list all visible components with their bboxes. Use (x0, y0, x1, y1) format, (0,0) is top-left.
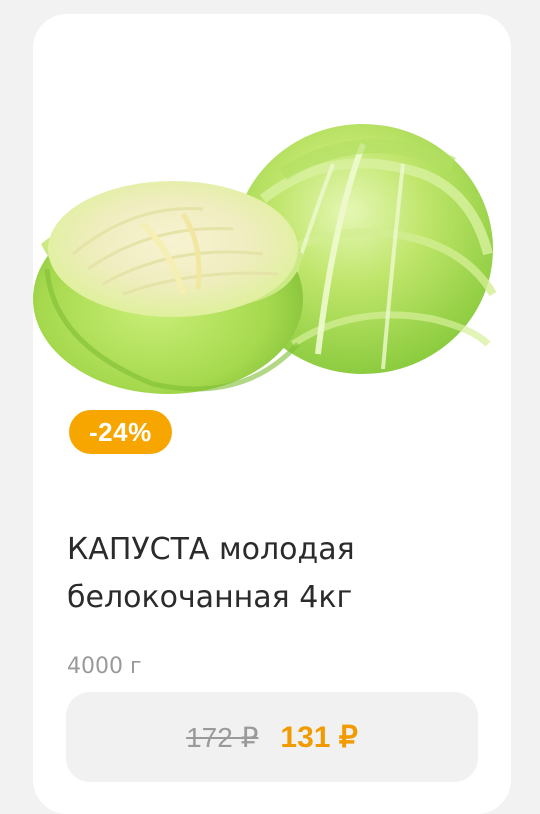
product-card[interactable]: -24% КАПУСТА молодая белокочанная 4кг 40… (33, 14, 511, 814)
new-price: 131 ₽ (280, 720, 358, 754)
product-weight: 4000 г (67, 654, 142, 679)
half-cabbage (33, 181, 303, 394)
discount-badge: -24% (69, 410, 172, 454)
cabbage-image[interactable] (33, 104, 511, 414)
add-to-cart-price-button[interactable]: 172 ₽ 131 ₽ (66, 692, 478, 782)
old-price: 172 ₽ (186, 721, 259, 753)
product-title[interactable]: КАПУСТА молодая белокочанная 4кг (67, 526, 487, 622)
